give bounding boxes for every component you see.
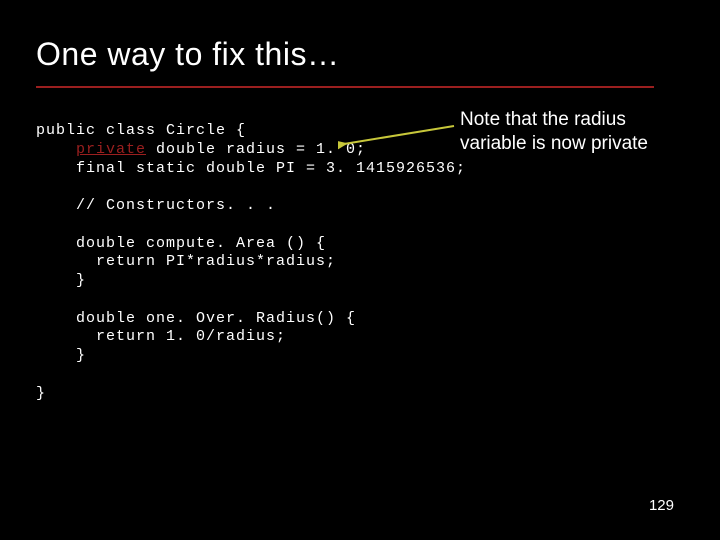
code-line: double radius = 1. 0; xyxy=(146,141,366,158)
code-line: final static double PI = 3. 1415926536; xyxy=(36,160,466,177)
slide-title: One way to fix this… xyxy=(36,36,339,73)
page-number: 129 xyxy=(649,497,674,514)
code-line: public class Circle { xyxy=(36,122,246,139)
code-line: } xyxy=(36,385,46,402)
slide: One way to fix this… Note that the radiu… xyxy=(0,0,720,540)
code-line: } xyxy=(36,272,86,289)
code-line: double one. Over. Radius() { xyxy=(36,310,356,327)
code-line: return PI*radius*radius; xyxy=(36,253,336,270)
code-line: } xyxy=(36,347,86,364)
annotation-text: Note that the radius variable is now pri… xyxy=(460,108,690,156)
keyword-private: private xyxy=(76,141,146,158)
title-underline xyxy=(36,86,654,88)
code-line: // Constructors. . . xyxy=(36,197,276,214)
code-line: return 1. 0/radius; xyxy=(36,328,286,345)
code-block: public class Circle { private double rad… xyxy=(36,122,466,403)
code-line: double compute. Area () { xyxy=(36,235,326,252)
